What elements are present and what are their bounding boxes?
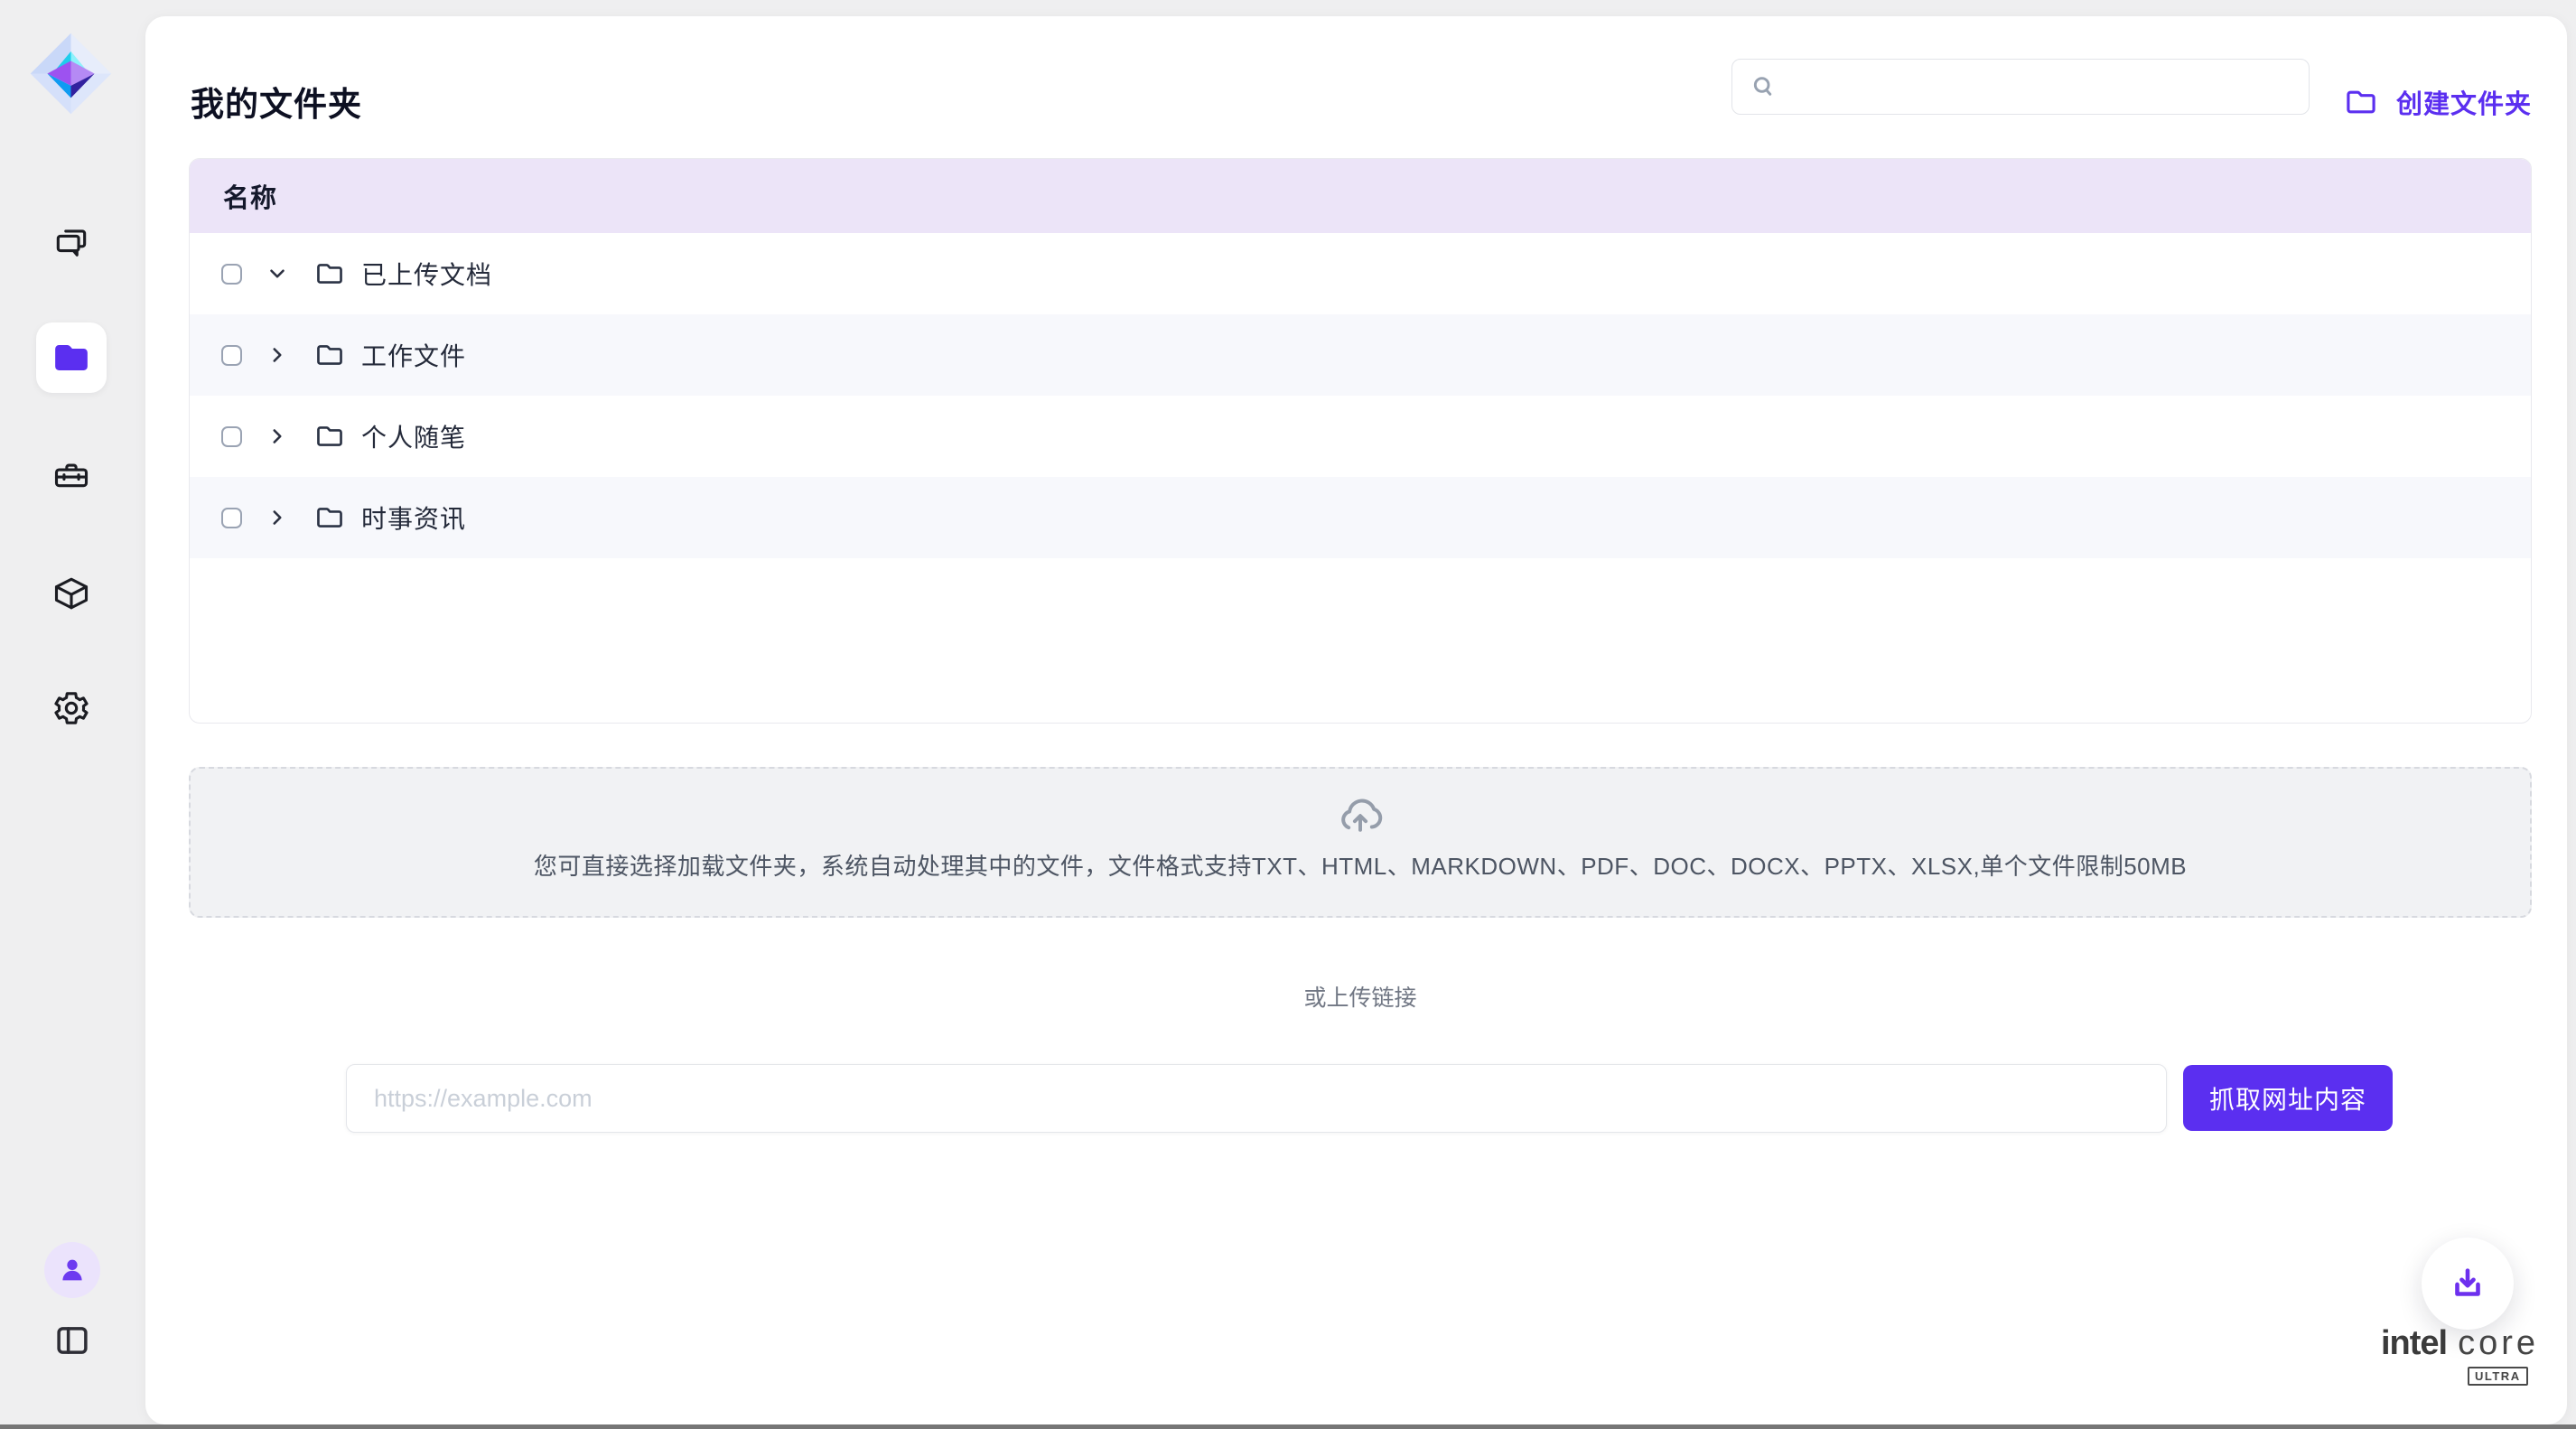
folder-icon [315,259,344,288]
download-button[interactable] [2422,1238,2514,1330]
upload-link-label: 或上传链接 [189,980,2532,1013]
chevron-right-icon[interactable] [266,425,289,448]
url-input[interactable] [346,1064,2167,1133]
cloud-upload-icon [1335,789,1386,839]
page-title: 我的文件夹 [191,85,362,125]
search-icon [1749,72,1778,101]
sidebar-item-folders[interactable] [36,322,107,393]
app-logo [27,30,115,117]
sidebar-item-settings[interactable] [51,688,91,728]
folder-icon [315,422,344,451]
folder-icon [52,339,90,377]
chat-icon [51,222,91,262]
column-name: 名称 [223,177,277,215]
download-icon [2447,1263,2488,1304]
sidebar [0,0,145,1429]
upload-hint: 您可直接选择加载文件夹，系统自动处理其中的文件，文件格式支持TXT、HTML、M… [191,848,2530,882]
table-row[interactable]: 已上传文档 [190,233,2531,314]
fetch-url-button[interactable]: 抓取网址内容 [2183,1065,2393,1131]
chevron-right-icon[interactable] [266,343,289,367]
table-row[interactable]: 时事资讯 [190,477,2531,558]
folder-name: 工作文件 [361,337,466,373]
create-folder-button[interactable]: 创建文件夹 [2345,83,2532,121]
upload-dropzone[interactable]: 您可直接选择加载文件夹，系统自动处理其中的文件，文件格式支持TXT、HTML、M… [189,767,2532,918]
toolbox-icon [51,456,91,496]
chevron-down-icon[interactable] [266,262,289,285]
core-wordmark: core [2458,1324,2539,1363]
sidebar-toggle[interactable] [53,1322,91,1359]
row-checkbox[interactable] [221,345,242,366]
folder-plus-icon [2345,86,2377,118]
panel-left-icon [53,1321,91,1360]
search-input[interactable] [1778,60,2309,114]
folder-name: 个人随笔 [361,418,466,454]
folder-icon [315,341,344,369]
ultra-badge: ULTRA [2468,1367,2528,1386]
chevron-right-icon[interactable] [266,506,289,529]
gear-icon [51,688,91,728]
sidebar-item-models[interactable] [51,574,91,613]
folder-name: 时事资讯 [361,500,466,536]
window-bottom-edge [0,1424,2576,1429]
user-avatar[interactable] [44,1242,100,1298]
intel-wordmark: intel [2381,1324,2447,1363]
row-checkbox[interactable] [221,426,242,447]
table-row[interactable]: 个人随笔 [190,396,2531,477]
create-folder-label: 创建文件夹 [2396,83,2532,121]
folder-icon [315,503,344,532]
row-checkbox[interactable] [221,264,242,285]
table-header: 名称 [190,159,2531,233]
row-checkbox[interactable] [221,508,242,528]
folders-table: 名称 已上传文档 工作文件 [189,158,2532,724]
box-icon [51,574,91,613]
sidebar-item-chat[interactable] [51,222,91,262]
sidebar-item-toolbox[interactable] [51,456,91,496]
intel-core-logo: intel core ULTRA [2381,1324,2576,1386]
table-row[interactable]: 工作文件 [190,314,2531,396]
folder-name: 已上传文档 [361,256,492,292]
main-panel: 我的文件夹 创建文件夹 名称 已上传文档 [145,16,2567,1424]
user-avatar-icon [57,1255,88,1285]
search-box [1731,59,2310,115]
